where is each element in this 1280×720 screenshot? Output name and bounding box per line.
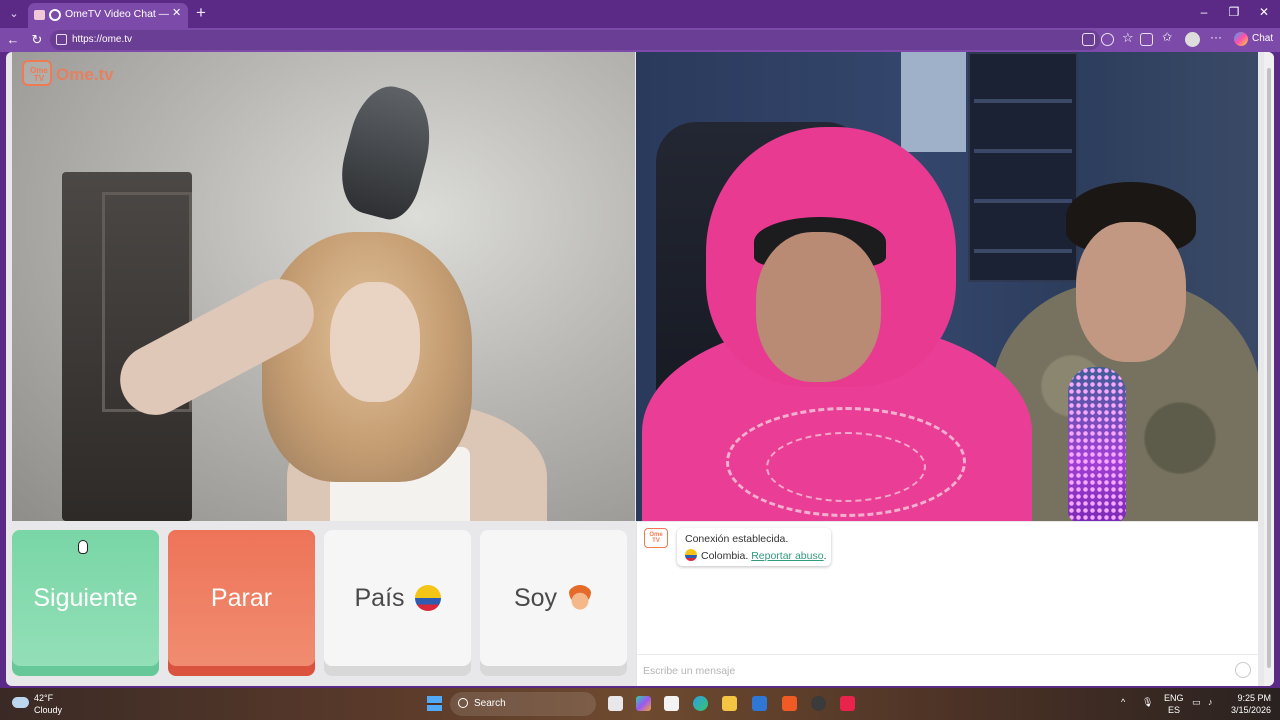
hair-clip [331,78,443,226]
chat-panel: Ome TV Conexión establecida. Colombia. R… [636,522,1259,686]
stop-button[interactable]: Parar [168,530,315,676]
rgb-microphone [1068,367,1126,521]
copilot-icon[interactable] [1234,32,1248,46]
clock-time[interactable]: 9:25 PM [1227,693,1271,703]
edge-icon[interactable] [693,696,708,711]
obs-icon[interactable] [811,696,826,711]
language-indicator[interactable]: ENG [1164,693,1184,703]
refresh-icon[interactable]: ↻ [28,31,46,49]
background-window [901,52,966,152]
ometv-page: Ome TV Ome.tv Siguiente Parar País Soy O… [6,52,1274,686]
copilot-app-icon[interactable] [636,696,651,711]
tiktok-icon[interactable] [840,696,855,711]
task-view-icon[interactable] [608,696,623,711]
weather-description[interactable]: Cloudy [34,705,62,715]
colombia-flag-icon [685,549,697,561]
back-arrow-icon[interactable]: ← [4,31,22,49]
store-icon[interactable] [664,696,679,711]
self-video [636,52,1258,521]
file-explorer-icon[interactable] [722,696,737,711]
address-toolbar: ← ↻ https://ome.tv ☆ ✩ ··· Chat [0,28,1280,52]
more-options-icon[interactable]: ··· [1210,30,1222,44]
report-abuse-link[interactable]: Reportar abuso [751,550,823,562]
message-input-bar [637,654,1259,686]
stranger-face [330,282,420,402]
copilot-chat-label[interactable]: Chat [1252,33,1273,44]
gender-button[interactable]: Soy [480,530,627,676]
site-info-icon[interactable] [56,34,67,45]
search-label: Search [474,698,506,709]
extension-icon[interactable] [1101,33,1114,46]
minimize-icon[interactable]: – [1196,5,1212,19]
emoji-picker-icon[interactable] [1235,662,1251,678]
tab-actions-chevron-down-icon[interactable]: ⌄ [4,4,24,24]
page-scrollbar[interactable] [1264,52,1274,686]
boy-emoji-icon [567,585,594,611]
cloudy-weather-icon[interactable] [12,697,29,708]
microphone-icon[interactable]: 🎙 [1142,697,1153,708]
display-icon[interactable]: ▭ [1192,697,1201,708]
stop-label: Parar [210,584,273,612]
colombia-flag-icon [414,585,441,611]
site-favicon-icon [49,9,61,21]
split-screen-icon[interactable] [1140,33,1153,46]
profile-avatar-icon[interactable] [1185,32,1200,47]
background-shelf [968,52,1078,282]
favorites-icon[interactable]: ✩ [1162,30,1175,44]
message-input[interactable] [643,662,1223,680]
ometv-logo-icon: Ome TV [644,528,668,548]
country-button[interactable]: País [324,530,471,676]
new-tab-button[interactable]: + [192,3,210,23]
search-icon [458,698,468,708]
brave-icon[interactable] [782,696,797,711]
country-label: País [354,584,405,612]
system-message: Conexión establecida. Colombia. Reportar… [677,528,831,566]
apps-icon[interactable] [1082,33,1095,46]
next-label: Siguiente [33,584,138,612]
clock-date[interactable]: 3/15/2026 [1227,705,1271,715]
taskbar-search[interactable]: Search [450,692,596,716]
person-face [1076,222,1186,362]
tab-close-icon[interactable]: ✕ [172,6,181,19]
favorite-star-icon[interactable]: ☆ [1122,30,1135,45]
restore-icon[interactable]: ❐ [1226,5,1242,19]
outlook-icon[interactable] [752,696,767,711]
mouse-cursor-icon [78,540,88,554]
url-text: https://ome.tv [72,34,133,45]
stranger-country: Colombia. [701,550,749,562]
stranger-video: Ome TV Ome.tv [12,52,635,521]
chevron-up-icon[interactable]: ^ [1121,697,1125,707]
hoodie-web-graphic-inner [766,432,926,502]
tab-title: OmeTV Video Chat — Omegl [65,8,169,20]
address-bar[interactable]: https://ome.tv [50,30,1100,50]
weather-temperature[interactable]: 42°F [34,693,53,703]
logo-badge-icon: Ome TV [22,60,52,86]
workspace-icon [34,10,45,20]
windows-start-icon[interactable] [427,696,442,711]
gender-label: Soy [513,584,558,612]
language-layout[interactable]: ES [1168,705,1180,715]
browser-tab[interactable]: OmeTV Video Chat — Omegl ✕ [28,3,188,28]
logo-wordmark: Ome.tv [56,65,114,84]
browser-tab-bar: ⌄ OmeTV Video Chat — Omegl ✕ + – ❐ ✕ [0,0,1280,28]
volume-icon[interactable]: ♪ [1208,697,1213,707]
close-icon[interactable]: ✕ [1256,5,1272,19]
connection-status: Conexión establecida. [685,533,789,545]
taskbar: 42°F Cloudy Search ^ 🎙 ENG ES ▭ ♪ 9:25 P… [0,688,1280,720]
hoodie-person-face [756,232,881,382]
